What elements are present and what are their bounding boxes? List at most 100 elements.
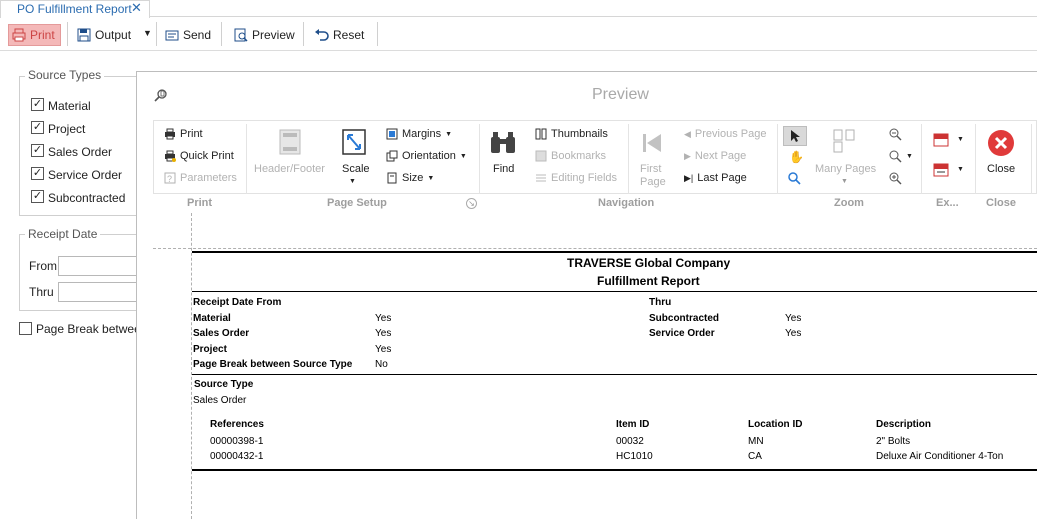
close-preview-button[interactable]: Close [987, 163, 1015, 175]
material-checkbox[interactable]: ✓ [31, 98, 44, 111]
print-label: Print [30, 28, 55, 42]
thumbnails-label: Thumbnails [551, 128, 608, 140]
send-dropdown-icon[interactable]: ▼ [957, 166, 964, 173]
close-tab-icon[interactable]: ✕ [131, 0, 142, 16]
find-button[interactable]: Find [493, 163, 514, 175]
orientation-icon [386, 150, 398, 162]
receipt-date-thru-input[interactable] [58, 282, 140, 302]
next-arrow-icon: ▶ [684, 150, 691, 161]
printer-icon [12, 28, 26, 42]
subcontracted-label: Subcontracted [48, 191, 126, 205]
page-setup-dialog-launcher-icon[interactable]: ↘ [466, 198, 477, 209]
report-params-rule [192, 374, 1037, 375]
page-margin-guide-horizontal [153, 248, 1037, 249]
output-button[interactable]: Output [74, 24, 134, 46]
ribbon-print-button[interactable]: Print [164, 128, 203, 140]
zoom-out-icon[interactable] [889, 128, 902, 141]
reset-button[interactable]: Reset [311, 24, 367, 46]
previous-page-button[interactable]: ◀ Previous Page [684, 128, 766, 140]
ribbon-divider [1031, 124, 1032, 194]
ribbon-divider [921, 124, 922, 194]
group-label-page-setup: Page Setup [327, 197, 387, 209]
preview-icon [234, 28, 248, 42]
param-page-break-value: No [375, 359, 388, 370]
parameters-button[interactable]: ? Parameters [164, 172, 237, 184]
svg-text:?: ? [167, 174, 172, 184]
row-2-reference: 00000432-1 [210, 451, 264, 462]
material-label: Material [48, 99, 91, 113]
row-2-item-id: HC1010 [616, 451, 653, 462]
editing-fields-icon [536, 174, 546, 182]
param-project-value: Yes [375, 344, 392, 355]
row-1-location-id: MN [748, 436, 764, 447]
row-1-description: 2" Bolts [876, 436, 911, 447]
many-pages-button[interactable]: Many Pages [815, 163, 876, 175]
size-button[interactable]: Size ▼ [386, 172, 434, 184]
undo-icon [315, 29, 329, 41]
zoom-tool-icon[interactable] [788, 172, 801, 185]
thumbnails-button[interactable]: Thumbnails [535, 128, 608, 140]
row-2-description: Deluxe Air Conditioner 4-Ton [876, 451, 1004, 462]
zoom-dropdown-icon[interactable]: ▼ [906, 153, 913, 160]
sales-order-checkbox[interactable]: ✓ [31, 144, 44, 157]
next-page-button[interactable]: ▶ Next Page [684, 150, 746, 162]
margins-button[interactable]: Margins ▼ [386, 128, 452, 140]
receipt-date-from-input[interactable] [58, 256, 140, 276]
preview-button[interactable]: Preview [231, 24, 298, 46]
last-page-icon: ▶| [684, 172, 694, 183]
source-type-label: Source Type [194, 379, 254, 390]
export-pdf-icon[interactable] [933, 132, 949, 148]
orientation-button[interactable]: Orientation ▼ [386, 150, 467, 162]
param-thru-label: Thru [649, 297, 672, 308]
ribbon-divider [628, 124, 629, 194]
page-break-checkbox[interactable] [19, 322, 32, 335]
subcontracted-checkbox[interactable]: ✓ [31, 190, 44, 203]
scale-dropdown-icon[interactable]: ▼ [349, 178, 356, 185]
project-checkbox[interactable]: ✓ [31, 121, 44, 134]
ribbon-divider [975, 124, 976, 194]
send-pdf-icon[interactable] [933, 162, 949, 178]
quick-print-label: Quick Print [180, 150, 234, 162]
first-page-icon [643, 134, 661, 152]
service-order-checkbox[interactable]: ✓ [31, 167, 44, 180]
column-header-description: Description [876, 419, 932, 430]
preview-label: Preview [252, 28, 295, 42]
first-page-button[interactable]: First [640, 163, 661, 175]
export-dropdown-icon[interactable]: ▼ [957, 136, 964, 143]
group-label-navigation: Navigation [598, 197, 655, 209]
output-dropdown-icon[interactable]: ▼ [143, 28, 152, 38]
thru-label: Thru [29, 285, 54, 299]
row-1-reference: 00000398-1 [210, 436, 264, 447]
binoculars-icon [491, 132, 515, 153]
thumbnails-icon [535, 128, 547, 140]
tab-title: PO Fulfillment Report [17, 2, 132, 16]
report-header-rule [192, 291, 1037, 292]
tab-po-fulfillment-report[interactable]: PO Fulfillment Report [0, 0, 150, 18]
page-break-label: Page Break between [36, 322, 148, 336]
param-subcontracted-value: Yes [785, 313, 802, 324]
editing-fields-label: Editing Fields [551, 172, 618, 184]
column-header-item-id: Item ID [616, 419, 650, 430]
zoom-in-icon[interactable] [889, 172, 902, 185]
pointer-tool-button[interactable] [783, 126, 807, 146]
header-footer-icon [279, 129, 301, 155]
size-label: Size [402, 172, 424, 184]
zoom-icon[interactable] [889, 150, 902, 163]
param-sales-order-label: Sales Order [193, 328, 250, 339]
quick-print-button[interactable]: Quick Print [164, 150, 234, 162]
print-button[interactable]: Print [8, 24, 61, 46]
scale-button[interactable]: Scale [342, 163, 370, 175]
send-button[interactable]: Send [162, 24, 214, 46]
toolbar-divider [377, 22, 378, 46]
bookmarks-button[interactable]: Bookmarks [535, 150, 606, 162]
hand-tool-icon[interactable]: ✋ [789, 150, 804, 164]
orientation-label: Orientation [402, 150, 456, 162]
last-page-button[interactable]: ▶| Last Page [684, 172, 747, 184]
header-footer-button[interactable]: Header/Footer [254, 163, 325, 175]
many-pages-dropdown-icon[interactable]: ▼ [841, 178, 848, 185]
report-company: TRAVERSE Global Company [567, 256, 731, 270]
reset-label: Reset [333, 28, 365, 42]
editing-fields-button[interactable]: Editing Fields [535, 172, 617, 184]
param-project-label: Project [193, 344, 227, 355]
param-sales-order-value: Yes [375, 328, 392, 339]
